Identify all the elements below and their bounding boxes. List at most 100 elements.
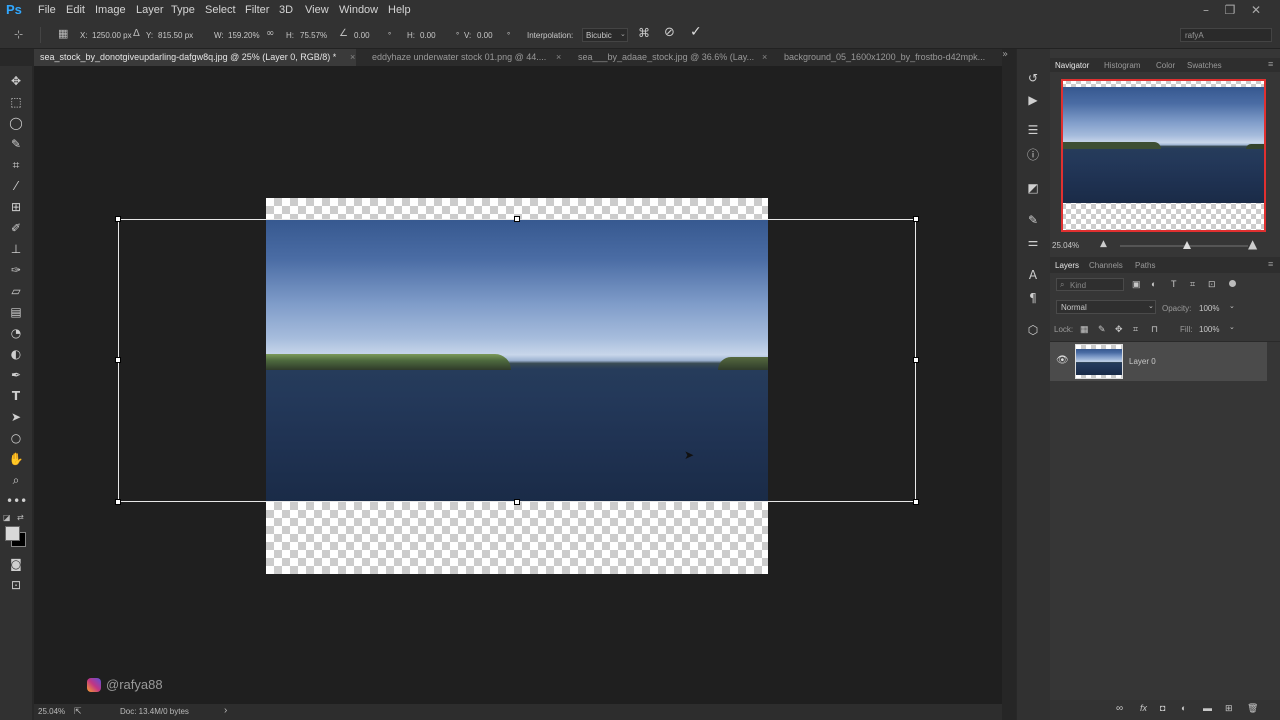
- menu-window[interactable]: Window: [339, 4, 378, 16]
- layer-row[interactable]: 👁 Layer 0: [1050, 342, 1267, 381]
- chevron-down-icon[interactable]: ⌄: [1229, 323, 1235, 331]
- history-brush-tool-icon[interactable]: ✑: [6, 261, 26, 279]
- paragraph-panel-icon[interactable]: ¶: [1023, 288, 1043, 308]
- width-field[interactable]: 159.20%: [228, 31, 260, 40]
- menu-filter[interactable]: Filter: [245, 4, 269, 16]
- height-field[interactable]: 75.57%: [300, 31, 327, 40]
- menu-select[interactable]: Select: [205, 4, 236, 16]
- delta-icon[interactable]: Δ: [133, 28, 140, 39]
- link-layers-icon[interactable]: ∞: [1116, 703, 1123, 714]
- commit-transform-icon[interactable]: ✓: [690, 24, 702, 40]
- menu-type[interactable]: Type: [171, 4, 195, 16]
- more-tools-icon[interactable]: •••: [6, 492, 27, 510]
- path-select-tool-icon[interactable]: ➤: [6, 408, 26, 426]
- panel-menu-icon[interactable]: ≡: [1268, 259, 1273, 269]
- menu-help[interactable]: Help: [388, 4, 411, 16]
- transform-handle[interactable]: [913, 499, 919, 505]
- transform-handle[interactable]: [514, 499, 520, 505]
- tab-paths[interactable]: Paths: [1135, 261, 1155, 270]
- marquee-tool-icon[interactable]: ⬚: [6, 93, 26, 111]
- navigator-zoom-value[interactable]: 25.04%: [1052, 241, 1079, 250]
- ellipse-tool-icon[interactable]: ○: [6, 429, 26, 447]
- workspace-select[interactable]: rafyA: [1180, 28, 1272, 42]
- lock-all-icon[interactable]: ⊓: [1151, 324, 1158, 335]
- eye-icon[interactable]: 👁: [1056, 355, 1069, 366]
- zoom-tool-icon[interactable]: ⌕: [6, 471, 26, 489]
- filter-toggle-icon[interactable]: [1229, 280, 1236, 287]
- layer-name[interactable]: Layer 0: [1129, 357, 1156, 366]
- lock-artboard-icon[interactable]: ⌗: [1133, 324, 1138, 335]
- x-field[interactable]: 1250.00 px: [92, 31, 132, 40]
- tab-background[interactable]: background_05_1600x1200_by_frostbo-d42mp…: [778, 49, 990, 66]
- panel-menu-icon[interactable]: ≡: [1268, 59, 1273, 69]
- zoom-in-icon[interactable]: ▲: [1248, 237, 1257, 251]
- default-colors-icon[interactable]: ◪: [3, 513, 11, 522]
- eraser-tool-icon[interactable]: ▱: [6, 282, 26, 300]
- pen-tool-icon[interactable]: ✒: [6, 366, 26, 384]
- menu-3d[interactable]: 3D: [279, 4, 293, 16]
- link-icon[interactable]: ∞: [266, 28, 274, 39]
- eyedropper-tool-icon[interactable]: ⁄: [6, 177, 26, 195]
- swap-colors-icon[interactable]: ⇄: [17, 513, 24, 522]
- gradient-tool-icon[interactable]: ▤: [6, 303, 26, 321]
- transform-handle[interactable]: [514, 216, 520, 222]
- dodge-tool-icon[interactable]: ◐: [6, 345, 26, 363]
- menu-view[interactable]: View: [305, 4, 329, 16]
- vskew-field[interactable]: 0.00: [477, 31, 493, 40]
- delete-layer-icon[interactable]: 🗑: [1247, 703, 1258, 714]
- restore-icon[interactable]: ❐: [1220, 1, 1240, 19]
- transform-handle[interactable]: [115, 357, 121, 363]
- close-window-icon[interactable]: ✕: [1246, 1, 1266, 19]
- tool-presets-icon[interactable]: ⚌: [1023, 232, 1043, 252]
- tab-close-icon[interactable]: ×: [556, 52, 561, 62]
- 3d-panel-icon[interactable]: ⬡: [1023, 320, 1043, 340]
- menu-image[interactable]: Image: [95, 4, 126, 16]
- collapse-panels-icon[interactable]: »: [1002, 49, 1008, 60]
- filter-pixel-icon[interactable]: ▣: [1132, 279, 1141, 290]
- tab-sea-stock[interactable]: sea_stock_by_donotgiveupdarling-dafgw8q.…: [34, 49, 356, 66]
- tab-histogram[interactable]: Histogram: [1104, 61, 1140, 70]
- opacity-field[interactable]: 100%: [1199, 304, 1219, 313]
- new-group-icon[interactable]: ▬: [1203, 703, 1212, 713]
- layer-style-icon[interactable]: fx: [1140, 703, 1147, 713]
- fill-field[interactable]: 100%: [1199, 325, 1219, 334]
- screen-mode-icon[interactable]: ⊡: [6, 576, 26, 594]
- cancel-transform-icon[interactable]: ⊘: [664, 25, 675, 40]
- menu-file[interactable]: File: [38, 4, 56, 16]
- share-icon[interactable]: ⇱: [74, 706, 82, 717]
- filter-shape-icon[interactable]: ⌗: [1190, 279, 1195, 290]
- tab-adaae[interactable]: sea___by_adaae_stock.jpg @ 36.6% (Lay...: [572, 49, 762, 66]
- lock-transparent-icon[interactable]: ▦: [1080, 324, 1089, 335]
- actions-panel-icon[interactable]: ▶: [1023, 90, 1043, 110]
- tab-swatches[interactable]: Swatches: [1187, 61, 1222, 70]
- new-layer-icon[interactable]: ⊞: [1225, 703, 1233, 714]
- info-panel-icon[interactable]: ⓘ: [1023, 145, 1043, 165]
- minimize-icon[interactable]: –: [1196, 1, 1216, 19]
- adjustment-layer-icon[interactable]: ◐: [1181, 703, 1186, 713]
- menu-edit[interactable]: Edit: [66, 4, 85, 16]
- transform-handle[interactable]: [913, 216, 919, 222]
- tab-channels[interactable]: Channels: [1089, 261, 1123, 270]
- healing-tool-icon[interactable]: ⊞: [6, 198, 26, 216]
- tab-close-icon[interactable]: ×: [762, 52, 767, 62]
- tab-navigator[interactable]: Navigator: [1055, 61, 1089, 70]
- adjustments-panel-icon[interactable]: ◩: [1023, 178, 1043, 198]
- move-tool-icon[interactable]: ✥: [6, 72, 26, 90]
- history-panel-icon[interactable]: ↺: [1023, 68, 1043, 88]
- type-tool-icon[interactable]: T: [6, 387, 26, 405]
- properties-panel-icon[interactable]: ☰: [1023, 120, 1043, 140]
- brush-tool-icon[interactable]: ✐: [6, 219, 26, 237]
- status-menu-arrow[interactable]: ›: [224, 705, 227, 716]
- zoom-out-icon[interactable]: ▲: [1100, 239, 1107, 249]
- transform-handle[interactable]: [115, 216, 121, 222]
- hand-tool-icon[interactable]: ✋: [6, 450, 26, 468]
- blend-mode-select[interactable]: Normal ⌄: [1056, 300, 1156, 314]
- brush-settings-icon[interactable]: ✎: [1023, 210, 1043, 230]
- layer-filter-select[interactable]: ⌕ Kind: [1056, 278, 1124, 291]
- tab-close-icon[interactable]: ×: [350, 52, 355, 62]
- transform-handle[interactable]: [913, 357, 919, 363]
- lasso-tool-icon[interactable]: ◯: [6, 114, 26, 132]
- angle-field[interactable]: 0.00: [354, 31, 370, 40]
- warp-icon[interactable]: ⌘: [638, 26, 650, 40]
- filter-smart-icon[interactable]: ⊡: [1208, 279, 1216, 290]
